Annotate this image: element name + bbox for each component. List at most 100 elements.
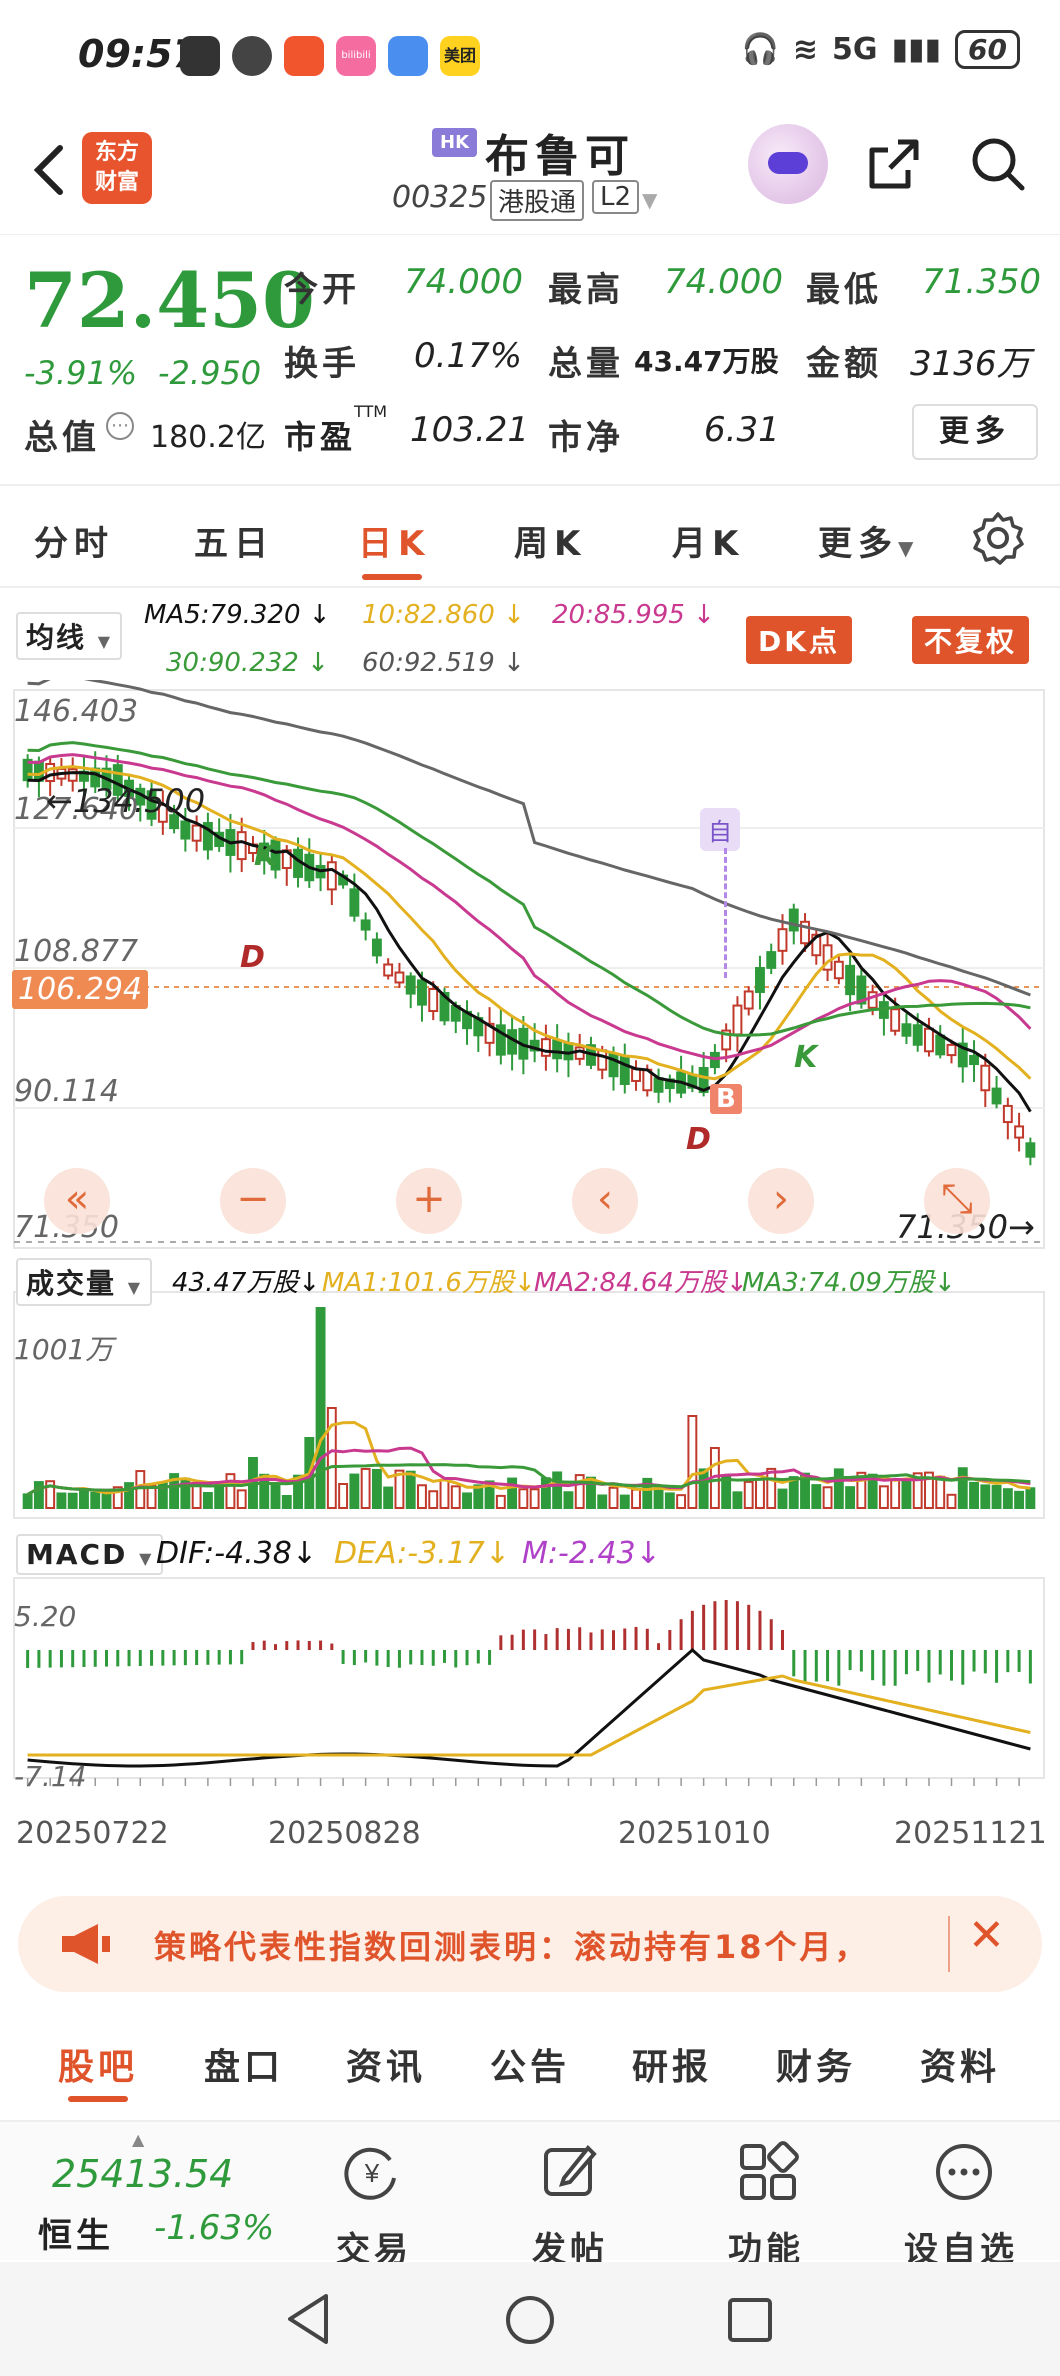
assistant-avatar-icon[interactable]: [748, 124, 828, 204]
trade-icon[interactable]: ¥: [340, 2140, 404, 2204]
volume-bar: [417, 1484, 427, 1509]
expand-up-icon[interactable]: ▲: [132, 2130, 144, 2149]
system-nav-bar: [0, 2262, 1060, 2376]
close-icon[interactable]: ✕: [968, 1910, 1005, 1961]
macd-selector-label: MACD: [26, 1538, 128, 1571]
volume-bar: [1014, 1490, 1025, 1509]
candle-body: [405, 975, 416, 995]
candle-body: [428, 987, 439, 1013]
candle-body: [417, 979, 427, 1006]
volume-selector[interactable]: 成交量 ▼: [16, 1258, 153, 1306]
candle-body: [67, 768, 78, 782]
tab-pankou[interactable]: 盘口: [204, 2038, 284, 2090]
stock-name: 布鲁可: [485, 131, 635, 182]
tab-timeshare[interactable]: 分时: [34, 516, 114, 565]
app-logo: 东方 财富: [82, 132, 152, 204]
macd-selector[interactable]: MACD ▼: [16, 1534, 164, 1575]
volume-bar: [33, 1481, 44, 1510]
app-header: 东方 财富 HK 布鲁可 00325 港股通 L2 ▼: [0, 110, 1060, 235]
search-icon[interactable]: [966, 132, 1030, 196]
x-label-2: 20250828: [268, 1816, 421, 1851]
settings-gear-icon[interactable]: [970, 510, 1026, 566]
dropdown-icon[interactable]: ▼: [642, 188, 657, 212]
high-label: 最高: [548, 270, 624, 310]
index-value[interactable]: 25413.54: [52, 2152, 233, 2196]
more-button[interactable]: 更多: [912, 404, 1038, 460]
tab-profile[interactable]: 资料: [920, 2038, 1000, 2090]
battery-icon: 60: [955, 30, 1020, 69]
candle-body: [946, 1043, 957, 1057]
post-icon[interactable]: [538, 2140, 602, 2204]
system-recents-icon[interactable]: [726, 2296, 774, 2344]
signal-icon: ▮▮▮: [891, 32, 942, 67]
volume-ma-lines: [26, 1420, 1031, 1496]
tab-monthly-k[interactable]: 月K: [672, 516, 744, 565]
system-home-icon[interactable]: [504, 2294, 556, 2346]
volume-bar: [349, 1473, 360, 1510]
candle-body: [766, 951, 777, 969]
promo-banner[interactable]: 策略代表性指数回测表明：滚动持有18个月， ✕: [18, 1896, 1042, 1992]
volume-bar: [788, 1476, 799, 1510]
tab-announcements[interactable]: 公告: [490, 2038, 570, 2090]
move-left-button[interactable]: ‹: [572, 1168, 638, 1234]
index-name: 恒生: [38, 2216, 114, 2256]
candle-body: [969, 1054, 979, 1066]
y-label-4: 90.114: [14, 1074, 119, 1109]
d-tag-2: D: [686, 1122, 711, 1157]
no-adjust-button[interactable]: 不复权: [912, 616, 1030, 664]
share-icon[interactable]: [862, 132, 926, 196]
zoom-in-button[interactable]: +: [396, 1168, 462, 1234]
auto-badge[interactable]: 自: [700, 808, 740, 851]
tab-five-day[interactable]: 五日: [194, 516, 274, 565]
auto-dashed-line: [724, 848, 727, 978]
candle-body: [394, 971, 405, 984]
volume-bar: [146, 1484, 157, 1509]
volume-bar: [439, 1478, 450, 1509]
scroll-left-fast-button[interactable]: «: [44, 1168, 110, 1234]
volume-ma1: MA1:101.6万股↓: [322, 1268, 536, 1298]
high-value: 74.000: [664, 262, 783, 302]
open-label: 今开: [284, 270, 360, 310]
volume-bar: [529, 1488, 540, 1509]
status-right: 🎧 ≋ 5G ▮▮▮ 60: [742, 30, 1020, 69]
tab-news[interactable]: 资讯: [346, 2038, 426, 2090]
volume-bar: [766, 1467, 777, 1509]
volume-bar: [202, 1492, 213, 1509]
fullscreen-button[interactable]: ⤡: [924, 1168, 990, 1234]
tab-daily-k[interactable]: 日K: [358, 516, 430, 565]
zoom-out-button[interactable]: −: [220, 1168, 286, 1234]
pe-label: 市盈: [284, 418, 357, 456]
back-icon[interactable]: [22, 140, 82, 200]
volume-bar: [980, 1484, 991, 1509]
function-grid-icon[interactable]: [736, 2140, 800, 2204]
tab-finance[interactable]: 财务: [776, 2038, 856, 2090]
system-back-icon[interactable]: [284, 2292, 334, 2346]
ma20-value: 20:85.995 ↓: [552, 600, 715, 630]
tag-hk-connect: 港股通: [490, 180, 585, 221]
candle-body: [732, 1004, 743, 1036]
macd-bottom-label: -7.14: [14, 1760, 87, 1793]
volume-bar: [405, 1470, 416, 1509]
volume-frame: [13, 1291, 1045, 1519]
tab-guba[interactable]: 股吧: [58, 2038, 138, 2090]
volume-bar: [495, 1494, 506, 1509]
b-point-badge[interactable]: B: [710, 1084, 742, 1114]
volume-bar: [969, 1481, 979, 1510]
more-dots-icon[interactable]: [932, 2140, 996, 2204]
move-right-button[interactable]: ›: [748, 1168, 814, 1234]
quote-panel: 72.450 -3.91% -2.950 今开 74.000 最高 74.000…: [0, 236, 1060, 486]
candle-body: [788, 908, 799, 932]
volume-bar: [631, 1488, 641, 1510]
candle-body: [924, 1027, 934, 1053]
volume-bar: [597, 1494, 608, 1510]
tab-more[interactable]: 更多▼: [818, 516, 919, 565]
info-icon[interactable]: ⋯: [106, 412, 134, 440]
dk-point-button[interactable]: DK点: [746, 616, 852, 664]
tab-research[interactable]: 研报: [632, 2038, 712, 2090]
candle-body: [1025, 1142, 1036, 1158]
volume-bar: [1002, 1488, 1013, 1510]
meituan-icon: 美团: [440, 36, 480, 76]
ma-selector[interactable]: 均线 ▼: [16, 612, 123, 660]
volume-bar: [236, 1489, 247, 1510]
tab-weekly-k[interactable]: 周K: [514, 516, 586, 565]
